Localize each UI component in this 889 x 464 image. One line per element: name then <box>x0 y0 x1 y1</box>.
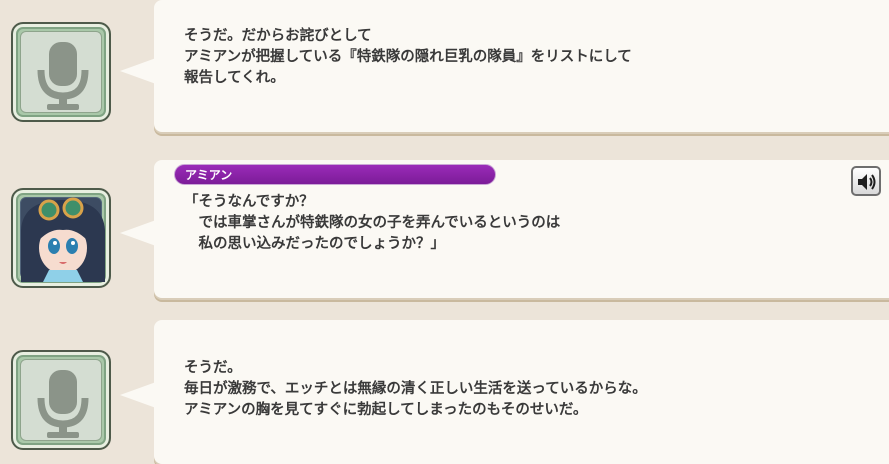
voice-replay-button[interactable] <box>851 166 881 196</box>
message-text: そうだ。だからお詫びとして アミアンが把握している『特鉄隊の隠れ巨乳の隊員』をリ… <box>184 28 632 86</box>
log-entry: そうだ。だからお詫びとして アミアンが把握している『特鉄隊の隠れ巨乳の隊員』をリ… <box>0 0 889 150</box>
backlog-panel: そうだ。だからお詫びとして アミアンが把握している『特鉄隊の隠れ巨乳の隊員』をリ… <box>0 0 889 464</box>
microphone-avatar <box>11 22 111 122</box>
speaker-name: アミアン <box>174 164 496 185</box>
message-text: 「そうなんですか？ では車掌さんが特鉄隊の女の子を弄んでいるというのは 私の思い… <box>184 194 561 252</box>
log-entry: アミアン 「そうなんですか？ では車掌さんが特鉄隊の女の子を弄んでいるというのは… <box>0 160 889 310</box>
microphone-icon <box>37 370 89 438</box>
bubble-tail <box>120 382 156 408</box>
character-portrait-avatar <box>11 188 111 288</box>
log-entry: そうだ。 毎日が激務で、エッチとは無縁の清く正しい生活を送っているからな。 アミ… <box>0 320 889 464</box>
microphone-icon <box>37 42 89 110</box>
message-text: そうだ。 毎日が激務で、エッチとは無縁の清く正しい生活を送っているからな。 アミ… <box>184 360 647 418</box>
speaker-icon <box>858 174 876 190</box>
microphone-avatar <box>11 350 111 450</box>
bubble-tail <box>120 58 156 84</box>
character-portrait <box>21 197 105 282</box>
bubble-tail <box>120 220 156 246</box>
